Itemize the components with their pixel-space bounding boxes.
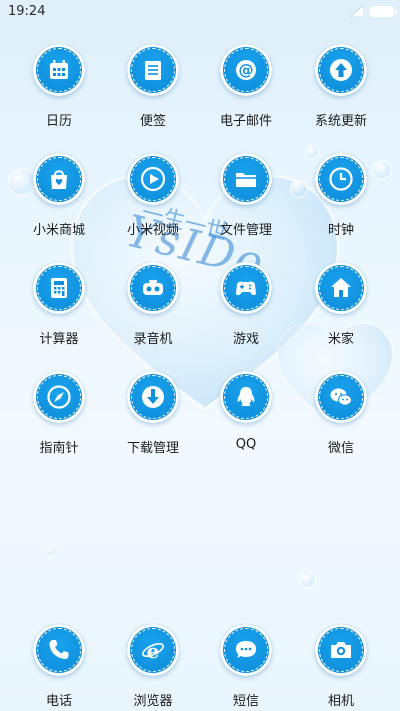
app-label: QQ [235,437,257,452]
folder-icon-glyph [236,173,256,187]
dock-app-message[interactable]: 短信 [199,624,293,709]
app-label: 小米视频 [126,223,179,238]
browser-icon[interactable]: e [127,624,179,676]
app-play[interactable]: 小米视频 [106,153,200,238]
download-icon[interactable] [127,371,179,423]
app-clock[interactable]: 时钟 [294,153,388,238]
recorder-icon[interactable] [127,262,179,314]
svg-text:@: @ [239,61,254,79]
app-label: 短信 [232,694,259,709]
app-wechat[interactable]: 微信 [294,371,388,456]
camera-icon[interactable] [315,624,367,676]
status-bar: 19:24 [0,0,400,24]
app-gamepad[interactable]: 游戏 [199,262,293,347]
email-icon[interactable]: @ [220,44,272,96]
app-update-arrow[interactable]: 系统更新 [294,44,388,129]
calculator-icon[interactable] [33,262,85,314]
qq-penguin-icon[interactable] [220,371,272,423]
clock-icon-glyph [329,167,353,191]
signal-icon [350,5,364,17]
calendar-icon-glyph [50,60,68,79]
shopping-bag-icon-glyph [51,170,67,189]
dock-app-phone[interactable]: 电话 [12,624,106,709]
notes-icon[interactable] [127,44,179,96]
app-compass[interactable]: 指南针 [12,371,106,456]
app-label: 米家 [327,332,354,347]
home-icon[interactable] [315,262,367,314]
wechat-icon[interactable] [315,371,367,423]
update-arrow-icon-glyph [330,59,352,81]
app-label: 相机 [327,694,354,709]
folder-icon[interactable] [220,153,272,205]
app-label: 时钟 [327,223,354,238]
download-icon-glyph [142,386,164,408]
app-label: 系统更新 [314,114,367,129]
svg-text:e: e [147,639,160,663]
status-icons [350,4,397,18]
app-label: 指南针 [39,441,79,456]
app-label: 浏览器 [133,694,173,709]
battery-icon [370,5,397,17]
update-arrow-icon[interactable] [315,44,367,96]
app-label: 日历 [45,114,72,129]
app-qq-penguin[interactable]: QQ [199,371,293,452]
play-icon-glyph [140,166,166,192]
gamepad-icon[interactable] [220,262,272,314]
clock-icon[interactable] [315,153,367,205]
status-time: 19:24 [8,4,46,19]
app-label: 游戏 [232,332,259,347]
app-label: 电子邮件 [219,114,272,129]
qq-penguin-icon-glyph [237,387,255,406]
app-label: 下载管理 [126,441,179,456]
app-label: 便签 [139,114,166,129]
app-label: 文件管理 [219,223,272,238]
dock-app-browser[interactable]: e 浏览器 [106,624,200,709]
gamepad-icon-glyph [236,281,256,296]
app-calendar[interactable]: 日历 [12,44,106,129]
message-icon-glyph [236,641,256,658]
phone-icon[interactable] [33,624,85,676]
email-icon-glyph: @ [236,60,256,80]
app-label: 微信 [327,441,354,456]
app-email[interactable]: @ 电子邮件 [199,44,293,129]
shopping-bag-icon[interactable] [33,153,85,205]
calculator-icon-glyph [51,278,67,298]
compass-icon-glyph [47,385,71,409]
message-icon[interactable] [220,624,272,676]
wallpaper-bubble [45,545,57,557]
browser-icon-glyph: e [142,639,164,663]
notes-icon-glyph [145,61,161,80]
wallpaper-bubble [300,572,316,588]
calendar-icon[interactable] [33,44,85,96]
app-notes[interactable]: 便签 [106,44,200,129]
recorder-icon-glyph [143,280,163,295]
compass-icon[interactable] [33,371,85,423]
play-icon[interactable] [127,153,179,205]
wechat-icon-glyph [330,388,352,406]
app-label: 计算器 [39,332,79,347]
app-label: 小米商城 [32,223,85,238]
app-folder[interactable]: 文件管理 [199,153,293,238]
dock-app-camera[interactable]: 相机 [294,624,388,709]
app-home[interactable]: 米家 [294,262,388,347]
home-icon-glyph [331,278,351,297]
app-shopping-bag[interactable]: 小米商城 [12,153,106,238]
phone-icon-glyph [49,640,69,659]
app-label: 录音机 [133,332,173,347]
camera-icon-glyph [331,642,351,658]
app-download[interactable]: 下载管理 [106,371,200,456]
app-label: 电话 [45,694,72,709]
app-recorder[interactable]: 录音机 [106,262,200,347]
app-calculator[interactable]: 计算器 [12,262,106,347]
